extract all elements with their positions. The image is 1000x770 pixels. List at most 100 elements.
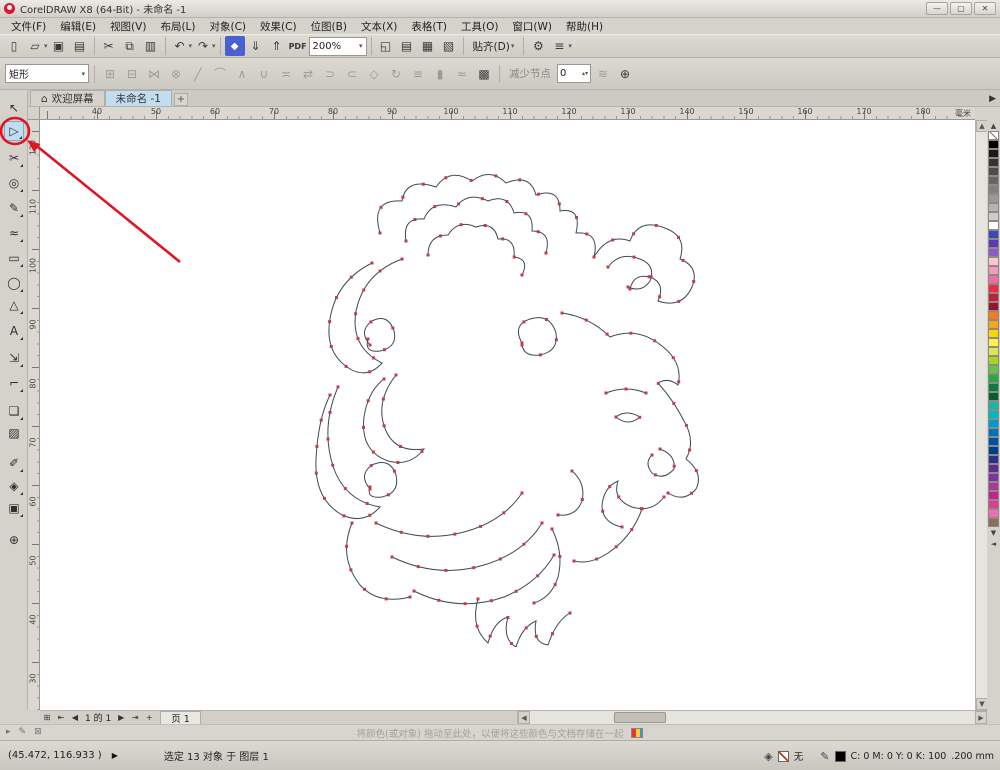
curve-node[interactable] bbox=[554, 338, 558, 342]
vertical-ruler[interactable]: 120 110 100 90 80 70 60 50 40 30 bbox=[28, 120, 40, 710]
scroll-left-icon[interactable]: ◀ bbox=[518, 711, 530, 724]
curve-node[interactable] bbox=[392, 469, 396, 473]
curve-node[interactable] bbox=[366, 399, 370, 403]
curve-node[interactable] bbox=[328, 320, 332, 324]
curve-node[interactable] bbox=[601, 509, 605, 513]
curve-node[interactable] bbox=[690, 491, 694, 495]
color-swatch-31[interactable] bbox=[988, 401, 999, 410]
color-swatch-35[interactable] bbox=[988, 437, 999, 446]
curve-node[interactable] bbox=[408, 595, 412, 599]
menu-item-7[interactable]: 位图(B) bbox=[304, 18, 354, 35]
curve-node[interactable] bbox=[608, 485, 612, 489]
cusp-node-icon[interactable]: ∧ bbox=[232, 64, 252, 84]
curve-object[interactable] bbox=[404, 196, 548, 254]
break-curve-icon[interactable]: ⋈ bbox=[144, 64, 164, 84]
print-icon[interactable]: ▤ bbox=[70, 36, 90, 56]
curve-node[interactable] bbox=[384, 597, 388, 601]
curve-node[interactable] bbox=[399, 445, 402, 448]
curve-node[interactable] bbox=[520, 273, 524, 277]
color-swatch-16[interactable] bbox=[988, 266, 999, 275]
shape-tool[interactable]: ▷ bbox=[4, 121, 24, 141]
curve-node[interactable] bbox=[629, 331, 633, 335]
first-page-icon[interactable]: ⇤ bbox=[54, 711, 68, 724]
curve-node[interactable] bbox=[365, 502, 369, 505]
ruler-corner[interactable] bbox=[28, 107, 40, 120]
elastic-mode-icon[interactable]: ≈ bbox=[452, 64, 472, 84]
curve-node[interactable] bbox=[399, 530, 403, 534]
curve-node[interactable] bbox=[345, 544, 349, 548]
stretch-nodes-icon[interactable]: ◇ bbox=[364, 64, 384, 84]
curve-node[interactable] bbox=[453, 532, 457, 536]
curve-node[interactable] bbox=[368, 343, 372, 347]
show-grid-icon[interactable]: ▦ bbox=[418, 36, 438, 56]
curve-node[interactable] bbox=[512, 255, 516, 259]
curve-node[interactable] bbox=[319, 418, 323, 422]
curve-node[interactable] bbox=[658, 295, 662, 299]
curve-object[interactable] bbox=[573, 508, 643, 563]
rotate-nodes-icon[interactable]: ↻ bbox=[386, 64, 406, 84]
page-settings-icon[interactable]: ⊞ bbox=[40, 711, 54, 724]
snap-to-button[interactable]: 贴齐(D) ▾ bbox=[468, 37, 520, 56]
curve-node[interactable] bbox=[381, 397, 385, 401]
curve-node[interactable] bbox=[369, 464, 373, 468]
curve-object[interactable] bbox=[363, 374, 426, 463]
curve-object[interactable] bbox=[607, 255, 653, 290]
color-swatch-43[interactable] bbox=[988, 509, 999, 518]
curve-node[interactable] bbox=[502, 511, 506, 515]
curve-node[interactable] bbox=[595, 557, 599, 561]
hint-icon-2[interactable]: ✎ bbox=[19, 727, 27, 737]
curve-node[interactable] bbox=[396, 461, 400, 464]
curve-node[interactable] bbox=[344, 364, 348, 368]
zoom-tool[interactable]: ◎ bbox=[4, 173, 24, 193]
copy-icon[interactable]: ⧉ bbox=[120, 36, 140, 56]
curve-node[interactable] bbox=[438, 234, 442, 238]
drop-shadow-tool[interactable]: ❏ bbox=[4, 401, 24, 421]
options-icon[interactable]: ⚙ bbox=[528, 36, 548, 56]
curve-node[interactable] bbox=[694, 469, 698, 473]
curve-node[interactable] bbox=[553, 583, 557, 587]
curve-node[interactable] bbox=[413, 218, 417, 221]
curve-node[interactable] bbox=[580, 498, 584, 501]
publish-pdf-icon[interactable]: PDF bbox=[288, 36, 308, 56]
color-swatch-4[interactable] bbox=[988, 158, 999, 167]
fullscreen-preview-icon[interactable]: ◱ bbox=[376, 36, 396, 56]
curve-node[interactable] bbox=[572, 559, 576, 563]
curve-node[interactable] bbox=[368, 513, 372, 517]
curve-object[interactable] bbox=[377, 174, 596, 258]
curve-node[interactable] bbox=[677, 380, 681, 384]
curve-node[interactable] bbox=[437, 598, 441, 602]
curve-node[interactable] bbox=[378, 269, 382, 273]
curve-node[interactable] bbox=[459, 223, 463, 227]
curve-node[interactable] bbox=[632, 255, 636, 259]
curve-node[interactable] bbox=[472, 566, 476, 570]
curve-node[interactable] bbox=[342, 514, 346, 518]
curve-node[interactable] bbox=[520, 343, 524, 347]
color-swatch-28[interactable] bbox=[988, 374, 999, 383]
export-icon[interactable]: ⇑ bbox=[267, 36, 287, 56]
curve-node[interactable] bbox=[537, 192, 540, 196]
curve-node[interactable] bbox=[382, 424, 386, 428]
curve-node[interactable] bbox=[356, 337, 360, 341]
tab-welcome-screen[interactable]: ⌂ 欢迎屏幕 bbox=[30, 90, 105, 106]
shape-preset-select[interactable]: 矩形 ▾ bbox=[5, 64, 89, 83]
rectangle-tool[interactable]: ▭ bbox=[4, 248, 24, 268]
curve-node[interactable] bbox=[505, 200, 509, 203]
curve-node[interactable] bbox=[457, 202, 461, 206]
color-swatch-25[interactable] bbox=[988, 347, 999, 356]
curve-node[interactable] bbox=[545, 318, 548, 321]
curve-node[interactable] bbox=[644, 391, 648, 395]
paste-icon[interactable]: ▥ bbox=[141, 36, 161, 56]
curve-node[interactable] bbox=[349, 568, 353, 572]
curve-object[interactable] bbox=[413, 554, 555, 605]
curve-node[interactable] bbox=[626, 285, 630, 289]
curve-node[interactable] bbox=[331, 463, 335, 467]
menu-item-5[interactable]: 对象(C) bbox=[203, 18, 254, 35]
curve-node[interactable] bbox=[489, 599, 493, 603]
open-icon[interactable]: ▱ bbox=[25, 36, 45, 56]
curve-node[interactable] bbox=[444, 176, 448, 180]
curve-smoothness-spinbox[interactable]: 0 ▴▾ bbox=[557, 64, 591, 83]
curve-object[interactable] bbox=[391, 522, 543, 571]
curve-node[interactable] bbox=[551, 632, 554, 636]
curve-node[interactable] bbox=[536, 230, 540, 234]
color-swatch-26[interactable] bbox=[988, 356, 999, 365]
